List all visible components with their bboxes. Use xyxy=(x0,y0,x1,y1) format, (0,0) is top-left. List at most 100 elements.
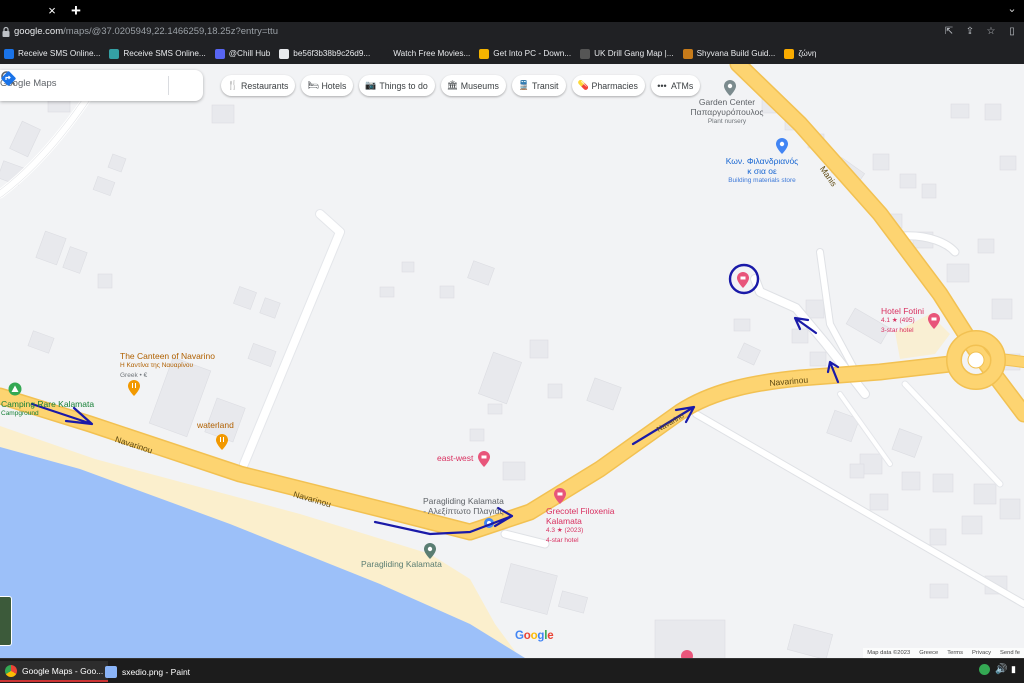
taskbar-item-label: Google Maps - Goo... xyxy=(22,665,104,676)
send-feedback-link[interactable]: Send fe xyxy=(1000,650,1020,656)
hotel-fotini-label[interactable]: Hotel Fotini 4.1 ★ (495) 3-star hotel xyxy=(881,306,924,336)
search-input[interactable] xyxy=(0,78,140,89)
paragliding-school-title2: - Αλεξίπτωτο Πλαγιάς xyxy=(423,506,504,516)
bookmark-item[interactable]: ζώνη xyxy=(784,48,817,59)
close-tab-icon[interactable]: × xyxy=(44,3,60,19)
install-app-icon[interactable]: ⇱ xyxy=(943,26,955,38)
waterland-pin-icon xyxy=(216,434,228,450)
volume-icon[interactable]: 🔊 xyxy=(995,664,1007,675)
bookmark-favicon-icon xyxy=(109,48,120,59)
chip-museums[interactable]: 🏛 Museums xyxy=(440,75,506,96)
lock-icon xyxy=(2,26,10,37)
bookmark-item[interactable]: Watch Free Movies... xyxy=(379,48,471,59)
layers-button[interactable] xyxy=(0,596,12,646)
chip-icon: ••• xyxy=(657,80,667,91)
google-logo-letter: o xyxy=(523,630,531,642)
bookmark-favicon-icon xyxy=(479,48,490,59)
bookmark-label: be56f3b38b9c26d9... xyxy=(293,49,371,58)
chip-things-to-do[interactable]: 📷 Things to do xyxy=(359,75,435,96)
bookmark-label: Watch Free Movies... xyxy=(393,49,471,58)
bookmark-label: Shyvana Build Guid... xyxy=(696,49,776,58)
store-pin-icon xyxy=(776,138,788,154)
garden-center-label[interactable]: Garden Center Παπαργυρόπουλος Plant nurs… xyxy=(672,97,782,127)
chip-label: Museums xyxy=(460,80,499,91)
bookmark-label: ζώνη xyxy=(798,49,817,58)
bookmarks-bar: Receive SMS Online... Receive SMS Online.… xyxy=(0,43,1024,64)
grecotel-sub: 4-star hotel xyxy=(546,537,579,544)
bookmark-item[interactable]: Get Into PC - Down... xyxy=(479,48,571,59)
network-icon[interactable] xyxy=(979,664,990,675)
bookmark-item[interactable]: be56f3b38b9c26d9... xyxy=(279,48,371,59)
chip-icon: 📷 xyxy=(365,80,377,90)
grecotel-title: Grecotel Filoxenia xyxy=(546,506,615,516)
kon-store-label[interactable]: Κων. Φιλανδριανός κ σια οε Building mate… xyxy=(712,156,812,186)
paragliding-school-label[interactable]: Paragliding Kalamata - Αλεξίπτωτο Πλαγιά… xyxy=(423,496,504,516)
chip-label: Transit xyxy=(531,80,559,91)
wifi-icon[interactable]: ▮ xyxy=(1011,664,1022,675)
camping-pin-icon xyxy=(8,382,22,396)
chip-pharmacies[interactable]: 💊 Pharmacies xyxy=(571,75,645,96)
chip-label: Hotels xyxy=(321,80,347,91)
bookmark-favicon-icon xyxy=(580,48,591,59)
chip-transit[interactable]: 🚆 Transit xyxy=(511,75,566,96)
chip-label: Restaurants xyxy=(241,80,289,91)
country-text[interactable]: Greece xyxy=(919,650,938,656)
chip-icon: 🍴 xyxy=(227,80,239,90)
tab-search-chevron-icon[interactable]: ⌄ xyxy=(1004,2,1020,18)
paint-icon xyxy=(105,665,117,678)
paragliding-school-title: Paragliding Kalamata xyxy=(423,496,504,506)
taskbar-item-paint[interactable]: sxedio.png - Paint xyxy=(100,661,195,682)
bookmark-star-icon[interactable]: ☆ xyxy=(985,26,997,38)
waterland-label[interactable]: waterland xyxy=(197,420,234,430)
east-west-label[interactable]: east-west xyxy=(437,453,473,463)
hotel-fotini-rating: 4.1 ★ (495) xyxy=(881,317,915,324)
chip-atms[interactable]: ••• ATMs xyxy=(650,75,701,96)
taskbar-item-google-maps[interactable]: Google Maps - Goo... xyxy=(0,661,109,682)
url-host: google.com xyxy=(14,26,64,37)
hotel-fotini-title: Hotel Fotini xyxy=(881,306,924,316)
search-divider xyxy=(168,76,169,95)
bookmark-item[interactable]: Shyvana Build Guid... xyxy=(682,48,776,59)
url-path: /maps/@37.0205949,22.1466259,18.25z?entr… xyxy=(63,26,278,37)
new-tab-button[interactable]: + xyxy=(68,2,84,20)
map-attribution: Map data ©2023 Greece Terms Privacy Send… xyxy=(863,648,1024,658)
hotel-pin-icon xyxy=(737,272,749,288)
map-data-text: Map data ©2023 xyxy=(867,650,911,656)
garden-center-title2: Παπαργυρόπουλος xyxy=(690,107,764,117)
grecotel-label[interactable]: Grecotel Filoxenia Kalamata 4.3 ★ (2023)… xyxy=(546,506,615,546)
camping-label[interactable]: Camping Rare Kalamata Campground xyxy=(1,400,94,418)
chip-restaurants[interactable]: 🍴 Restaurants xyxy=(221,75,296,96)
bookmark-item[interactable]: Receive SMS Online... xyxy=(4,48,100,59)
privacy-link[interactable]: Privacy xyxy=(972,650,991,656)
bookmark-item[interactable]: Receive SMS Online... xyxy=(109,48,206,59)
grecotel-title2: Kalamata xyxy=(546,516,582,526)
canteen-pin-icon xyxy=(128,380,140,396)
camping-title: Camping Rare Kalamata xyxy=(1,399,95,409)
address-bar[interactable]: google.com/maps/@37.0205949,22.1466259,1… xyxy=(0,22,1024,43)
split-view-icon[interactable]: ▯ xyxy=(1006,26,1018,38)
bookmark-item[interactable]: UK Drill Gang Map |... xyxy=(580,48,674,59)
chip-hotels[interactable]: 🛏 Hotels xyxy=(301,75,354,96)
bookmark-favicon-icon xyxy=(379,48,390,59)
taskbar-item-label: sxedio.png - Paint xyxy=(122,666,191,677)
chip-icon: 🛏 xyxy=(307,80,319,90)
canteen-label[interactable]: The Canteen of Navarino Η Καντίνα της Να… xyxy=(120,351,215,381)
search-box xyxy=(0,70,203,101)
paragliding-label[interactable]: Paragliding Kalamata xyxy=(361,559,442,569)
terms-link[interactable]: Terms xyxy=(947,650,963,656)
bookmark-favicon-icon xyxy=(784,48,795,59)
bookmark-item[interactable]: @Chill Hub xyxy=(214,48,270,59)
share-icon[interactable]: ⇪ xyxy=(964,26,976,38)
google-logo-letter: G xyxy=(515,630,524,642)
canteen-title: The Canteen of Navarino xyxy=(120,351,215,361)
chrome-icon xyxy=(5,664,17,677)
grecotel-rating: 4.3 ★ (2023) xyxy=(546,527,584,534)
chip-icon: 🏛 xyxy=(446,80,459,90)
hotel-fotini-sub: 3-star hotel xyxy=(881,327,914,334)
category-chips: 🍴 Restaurants 🛏 Hotels 📷 Things to do 🏛 Museums… xyxy=(221,75,701,96)
bookmark-label: UK Drill Gang Map |... xyxy=(594,49,674,58)
bookmark-favicon-icon xyxy=(214,48,225,59)
url-text[interactable]: google.com/maps/@37.0205949,22.1466259,1… xyxy=(14,26,278,37)
map-canvas[interactable]: Garden Center Παπαργυρόπουλος Plant nurs… xyxy=(0,64,1024,658)
directions-icon[interactable] xyxy=(0,70,17,87)
